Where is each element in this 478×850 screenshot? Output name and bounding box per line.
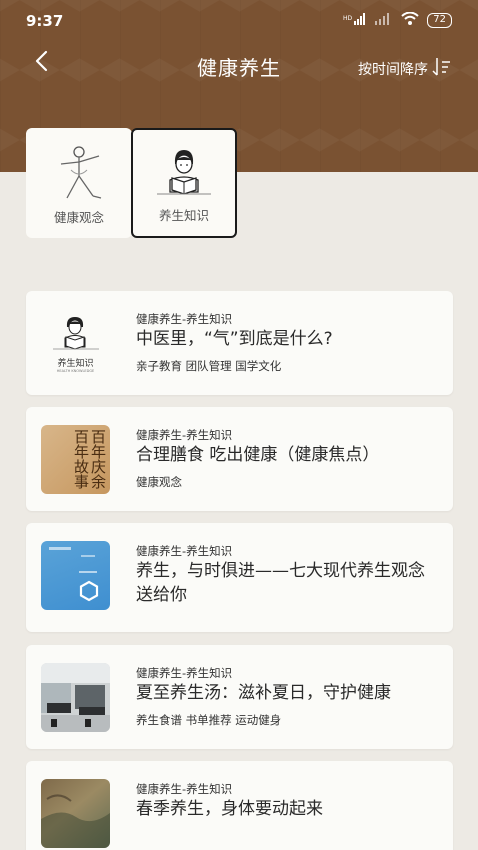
category-tile-health-concept[interactable]: 健康观念 [26, 128, 132, 238]
article-card[interactable]: 健康养生-养生知识 夏至养生汤：滋补夏日，守护健康 养生食谱 书单推荐 运动健身 [26, 645, 453, 749]
article-tags: 养生食谱 书单推荐 运动健身 [136, 713, 282, 727]
article-thumbnail: 百年庆余 百年故事 [41, 425, 110, 494]
category-label: 健康观念 [53, 210, 104, 225]
article-tags: 亲子教育 团队管理 国学文化 [136, 359, 282, 373]
thumb-caption: 养生知识 [57, 359, 94, 369]
article-category-path: 健康养生-养生知识 [136, 544, 233, 558]
article-card[interactable]: 健康养生-养生知识 春季养生，身体要动起来 [26, 761, 453, 850]
thumb-subcaption: HEALTH KNOWLEDGE [56, 369, 95, 373]
article-title: 养生，与时俱进——七大现代养生观念送给你 [136, 561, 425, 605]
article-card[interactable]: 百年庆余 百年故事 健康养生-养生知识 合理膳食 吃出健康（健康焦点） 健康观念 [26, 407, 453, 511]
status-bar: 9:37 HD 72 [0, 0, 478, 40]
nav-bar: 健康养生 按时间降序 [0, 40, 478, 90]
article-category-path: 健康养生-养生知识 [136, 666, 233, 680]
signal-icon: HD [343, 12, 366, 28]
svg-text:HD: HD [343, 15, 353, 22]
category-label: 养生知识 [158, 208, 209, 223]
article-card[interactable]: 健康养生-养生知识 养生，与时俱进——七大现代养生观念送给你 [26, 523, 453, 632]
tai-chi-figure-icon [60, 146, 102, 199]
article-card[interactable]: 养生知识 HEALTH KNOWLEDGE 健康养生-养生知识 中医里，“气”到… [26, 291, 453, 395]
article-thumbnail: 养生知识 HEALTH KNOWLEDGE [41, 309, 110, 378]
article-thumbnail [41, 663, 110, 732]
wifi-icon [401, 11, 419, 28]
article-title: 春季养生，身体要动起来 [136, 799, 323, 819]
battery-icon: 72 [427, 12, 452, 28]
category-tile-health-knowledge[interactable]: 养生知识 [131, 128, 237, 238]
article-title: 夏至养生汤：滋补夏日，守护健康 [136, 683, 391, 703]
article-thumbnail [41, 779, 110, 848]
article-thumbnail [41, 541, 110, 610]
article-title: 中医里，“气”到底是什么? [136, 329, 333, 349]
status-icons: HD 72 [343, 11, 452, 28]
article-category-path: 健康养生-养生知识 [136, 782, 233, 796]
status-time: 9:37 [26, 12, 64, 30]
article-tags: 健康观念 [136, 475, 182, 489]
article-title: 合理膳食 吃出健康（健康焦点） [136, 445, 380, 465]
sort-order-icon [432, 56, 452, 82]
article-category-path: 健康养生-养生知识 [136, 428, 233, 442]
sort-label: 按时间降序 [358, 62, 428, 78]
sort-button[interactable]: 按时间降序 [358, 56, 452, 82]
signal-2-icon [373, 12, 393, 28]
article-category-path: 健康养生-养生知识 [136, 312, 233, 326]
thumb-calligraphy: 百年庆余 百年故事 [72, 429, 107, 489]
reading-person-icon [157, 150, 211, 195]
